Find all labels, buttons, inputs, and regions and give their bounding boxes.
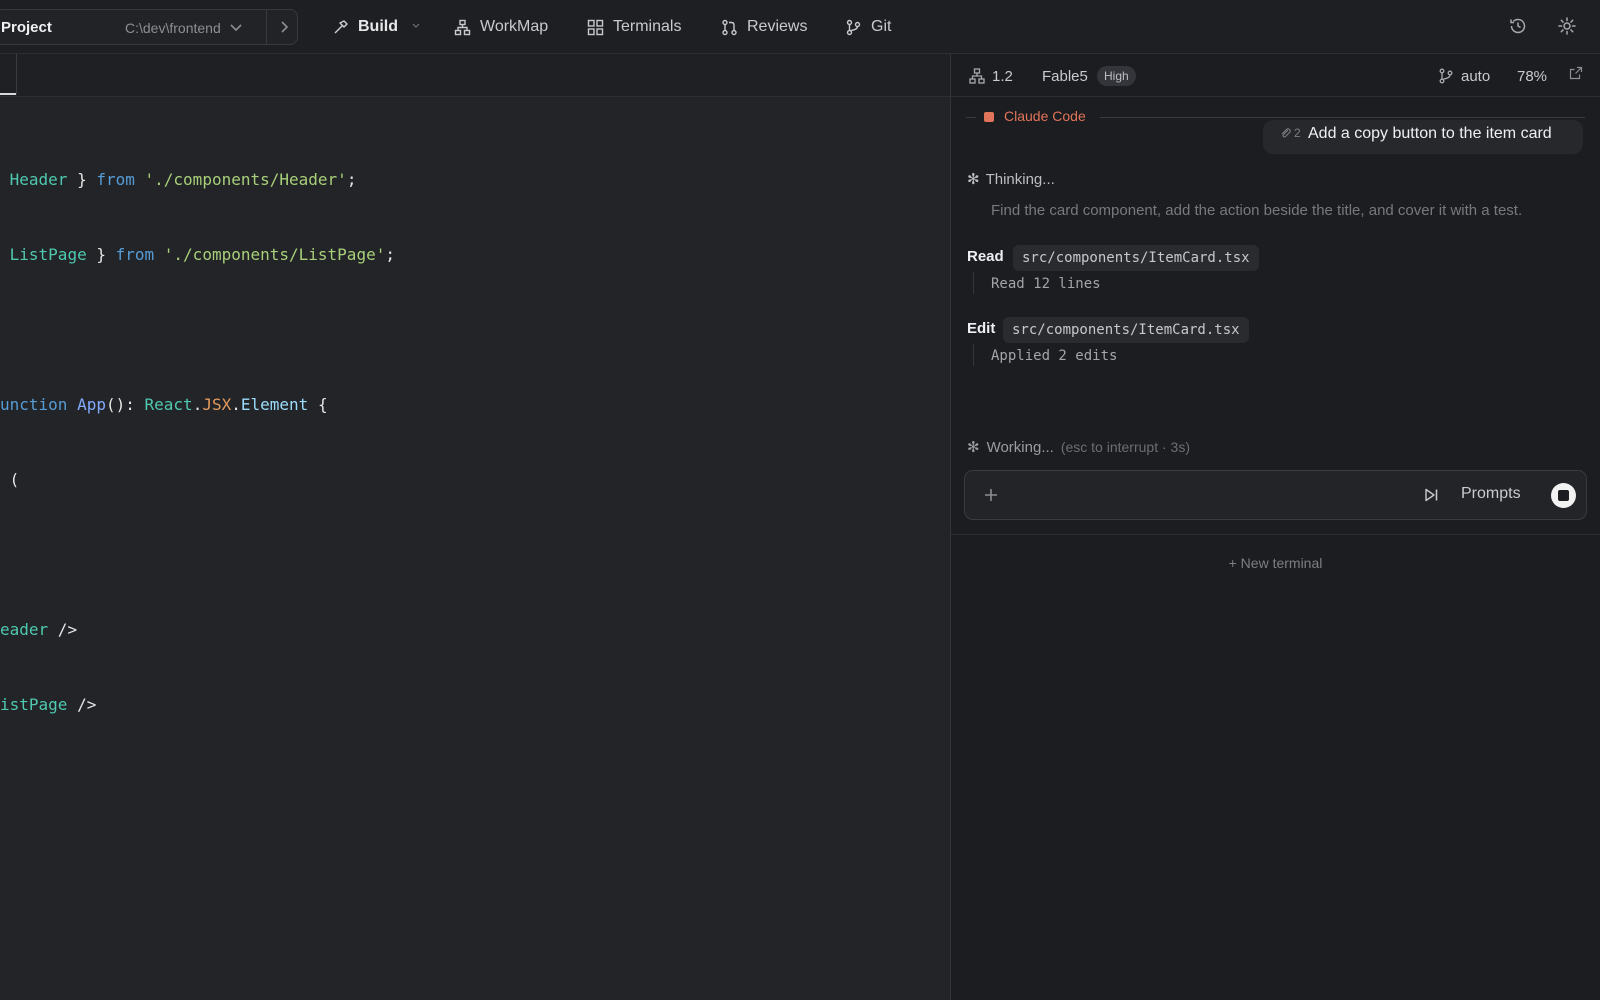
history-icon[interactable] <box>1508 16 1528 36</box>
working-status: ✻ Working... (esc to interrupt · 3s) <box>967 438 1190 457</box>
sparkle-icon: ✻ <box>967 171 980 188</box>
project-selector[interactable]: Project C:\dev\frontend <box>0 9 298 45</box>
top-bar: Project C:\dev\frontend Build WorkMap Te… <box>0 0 1600 54</box>
code-line: eader /> <box>0 620 78 639</box>
nav-workmap-label: WorkMap <box>480 18 549 35</box>
user-message: 2 Add a copy button to the item card <box>1263 120 1583 154</box>
panel-header: 1.2 Fable5 High auto 78% <box>951 54 1600 97</box>
build-dropdown-caret-icon[interactable] <box>411 21 421 31</box>
git-branch-icon <box>846 19 861 35</box>
tool-path[interactable]: src/components/ItemCard.tsx <box>1003 317 1249 343</box>
stop-icon <box>1558 490 1569 501</box>
tool-path[interactable]: src/components/ItemCard.tsx <box>1013 245 1259 271</box>
nav-terminals[interactable]: Terminals <box>587 14 681 40</box>
nav-reviews[interactable]: Reviews <box>721 14 807 40</box>
active-tab-indicator <box>0 93 16 95</box>
working-hint: (esc to interrupt · 3s) <box>1060 439 1190 455</box>
tool-name-edit: Edit <box>967 320 996 337</box>
workmap-hierarchy-icon <box>454 19 471 35</box>
hammer-icon <box>334 19 348 34</box>
nav-reviews-label: Reviews <box>747 18 808 35</box>
prompt-input[interactable]: Prompts <box>964 470 1587 520</box>
paperclip-icon <box>1281 128 1291 138</box>
model-name[interactable]: Fable5 <box>1042 66 1088 86</box>
project-divider <box>266 10 267 44</box>
external-link-icon[interactable] <box>1569 66 1583 80</box>
nav-terminals-label: Terminals <box>613 18 682 35</box>
code-line: ListPage } from './components/ListPage'; <box>9 245 395 264</box>
claude-code-indicator <box>984 112 994 122</box>
code-line: istPage /> <box>0 695 97 714</box>
tool-result: Read 12 lines <box>991 276 1101 292</box>
section-divider <box>1100 117 1585 118</box>
project-path: C:\dev\frontend <box>125 20 221 36</box>
plus-icon[interactable] <box>981 485 1001 505</box>
terminal-divider <box>951 534 1600 535</box>
nav-build[interactable]: Build <box>332 14 398 40</box>
code-line: unction App(): React.JSX.Element { <box>0 395 328 414</box>
version-label: 1.2 <box>992 67 1013 85</box>
tool-result: Applied 2 edits <box>991 348 1118 364</box>
working-label: Working... <box>986 438 1054 456</box>
mode-selector[interactable]: auto <box>1438 66 1490 86</box>
code-content: Header } from './components/Header'; Lis… <box>0 117 395 767</box>
nav-build-label: Build <box>358 18 398 35</box>
code-line: Header } from './components/Header'; <box>9 170 357 189</box>
chat-area: Claude Code 2 Add a copy button to the i… <box>951 96 1600 571</box>
user-message-text: Add a copy button to the item card <box>1308 125 1552 142</box>
git-branch-icon <box>1439 68 1453 84</box>
pull-request-icon <box>722 19 737 35</box>
stop-button[interactable] <box>1551 483 1576 508</box>
code-editor[interactable]: Header } from './components/Header'; Lis… <box>0 97 950 1000</box>
workmap-hierarchy-icon <box>969 68 985 84</box>
tool-name-read: Read <box>967 248 1004 265</box>
code-line: ( <box>9 470 20 489</box>
attachment-count: 2 <box>1294 126 1301 140</box>
project-title: Project <box>1 19 52 36</box>
thought-text: Find the card component, add the action … <box>991 202 1523 219</box>
editor-tab[interactable] <box>0 54 17 95</box>
version-indicator[interactable]: 1.2 <box>969 66 1013 86</box>
sparkle-icon: ✻ <box>967 439 980 456</box>
prompts-button[interactable]: Prompts <box>1461 485 1521 503</box>
settings-gear-icon[interactable] <box>1557 16 1577 36</box>
thinking-indicator[interactable]: ✻ Thinking... <box>967 170 1055 189</box>
result-rail <box>973 272 974 294</box>
result-rail <box>973 344 974 366</box>
nav-workmap[interactable]: WorkMap <box>454 14 548 40</box>
nav-git-label: Git <box>871 18 892 35</box>
nav-git[interactable]: Git <box>845 14 891 40</box>
context-percent: 78% <box>1517 67 1548 85</box>
effort-badge[interactable]: High <box>1097 66 1136 86</box>
new-terminal-button[interactable]: + New terminal <box>951 555 1600 571</box>
section-label: Claude Code <box>1004 108 1086 124</box>
chevron-right-icon[interactable] <box>270 10 298 44</box>
mode-label: auto <box>1461 67 1491 85</box>
section-divider <box>966 117 976 118</box>
editor-tab-bar <box>0 54 950 97</box>
thinking-label: Thinking... <box>985 170 1055 188</box>
grid-icon <box>587 19 604 35</box>
skip-forward-icon[interactable] <box>1422 486 1440 504</box>
chevron-down-icon[interactable] <box>228 16 244 38</box>
assistant-panel: 1.2 Fable5 High auto 78% Claude Code 2 A… <box>951 54 1600 1000</box>
